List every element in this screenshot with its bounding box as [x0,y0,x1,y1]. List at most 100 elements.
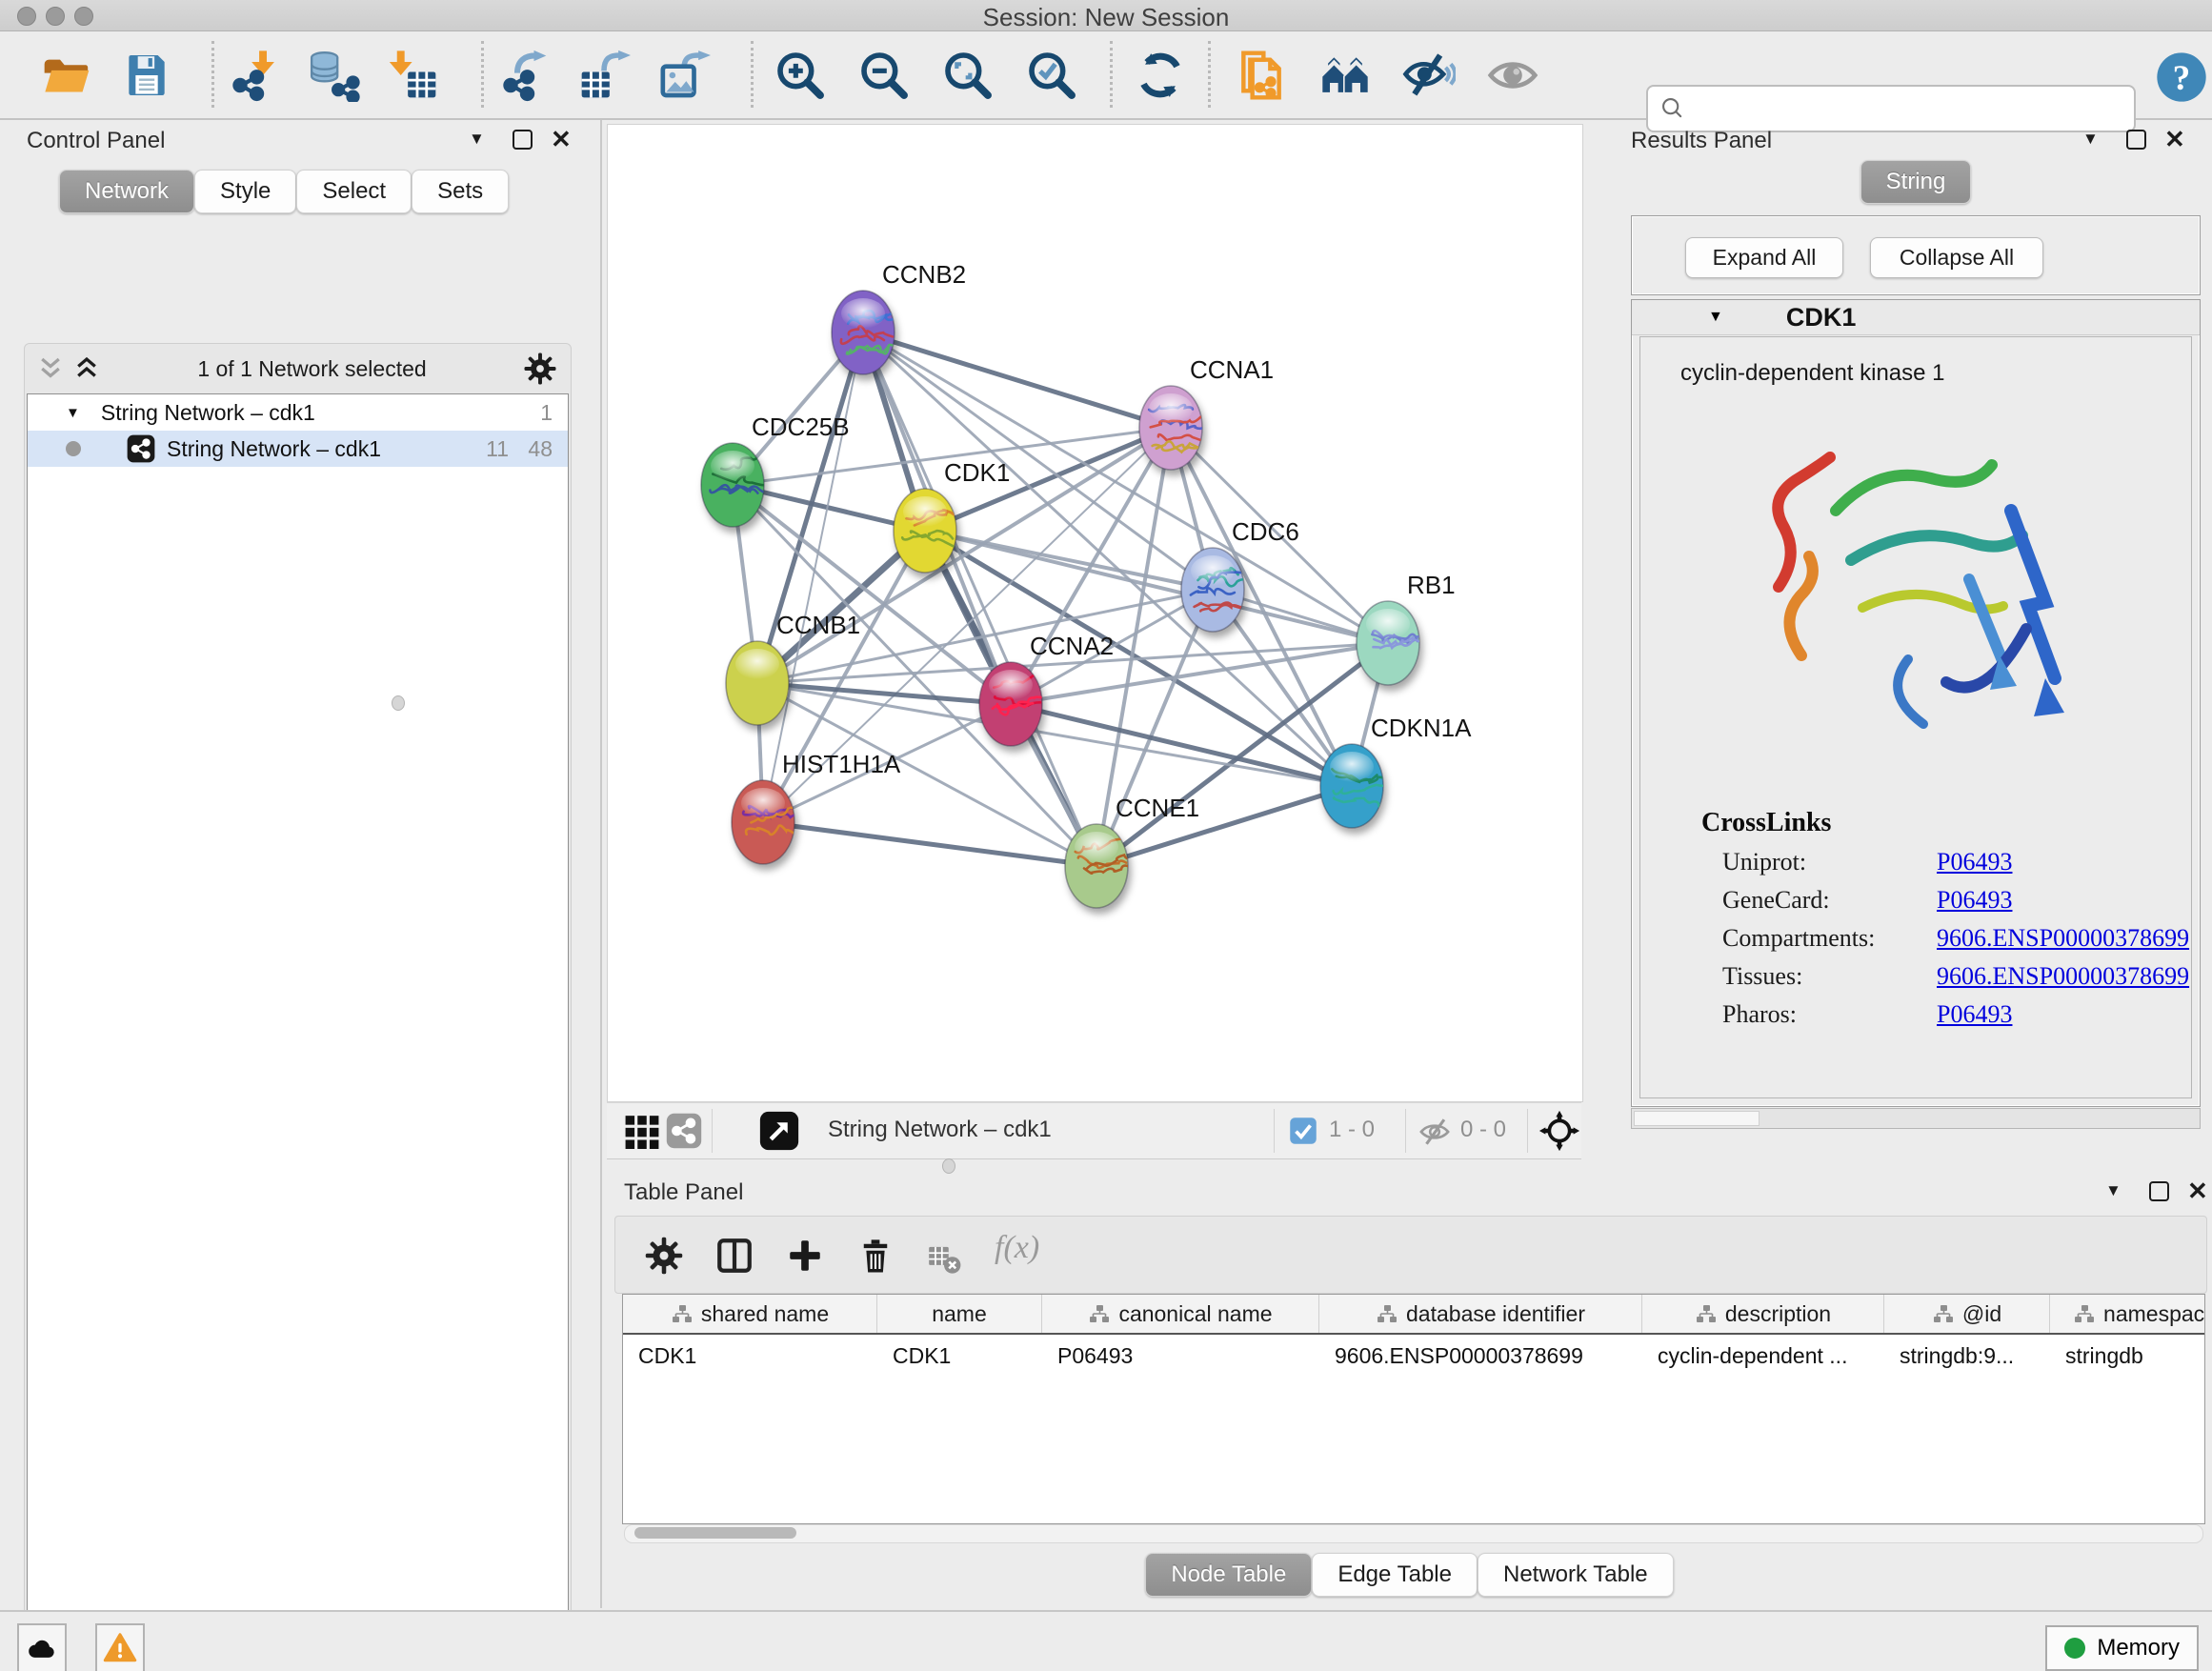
crosslink-link[interactable]: P06493 [1937,886,2012,915]
zoom-in-icon[interactable] [774,49,827,102]
table-panel-float-icon[interactable] [2149,1181,2169,1201]
export-table-icon[interactable] [577,49,631,102]
open-session-icon[interactable] [40,49,93,102]
tab-edge-table[interactable]: Edge Table [1312,1553,1478,1597]
column-label: canonical name [1118,1301,1272,1327]
network-graph: CCNB2CCNA1CDC25BCDK1CDC6RB1CCNB1CCNA2CDK… [608,125,1582,1101]
table-hscrollbar[interactable] [624,1524,2203,1543]
network-collection-row[interactable]: ▼ String Network – cdk1 1 [28,394,568,431]
crosslink-link[interactable]: 9606.ENSP00000378699 [1937,924,2189,953]
column-label: database identifier [1406,1301,1585,1327]
network-node-hist1h1a[interactable] [732,780,802,864]
detach-view-icon[interactable] [759,1111,799,1151]
results-scrollbar-thumb[interactable] [1634,1111,1760,1126]
control-panel-close-icon[interactable]: ✕ [551,131,572,148]
column-header-database-identifier[interactable]: database identifier [1319,1295,1642,1333]
expand-all-button[interactable]: Expand All [1685,237,1843,278]
crosslink-link[interactable]: P06493 [1937,1000,2012,1029]
import-network-icon[interactable] [227,49,280,102]
tab-network[interactable]: Network [59,170,194,213]
column-label: name [932,1301,987,1327]
tab-node-table[interactable]: Node Table [1145,1553,1312,1597]
network-node-rb1[interactable] [1357,601,1426,685]
show-columns-icon[interactable] [714,1236,754,1276]
clone-network-icon[interactable] [1235,49,1288,102]
help-icon[interactable]: ? [2155,50,2208,104]
delete-column-trash-icon[interactable] [855,1236,895,1276]
birds-eye-view-icon[interactable] [624,1113,660,1149]
panel-splitter[interactable] [600,120,602,1608]
results-panel-close-icon[interactable]: ✕ [2164,131,2185,148]
network-selection-status: 1 of 1 Network selected [101,356,523,382]
crosslink-link[interactable]: 9606.ENSP00000378699 [1937,962,2189,991]
table-row[interactable]: CDK1CDK1P064939606.ENSP00000378699cyclin… [623,1335,2204,1377]
control-panel-menu-icon[interactable]: ▼ [469,130,485,149]
zoom-selected-icon[interactable] [1025,49,1078,102]
zoom-out-icon[interactable] [857,49,911,102]
table-panel-close-icon[interactable]: ✕ [2187,1183,2208,1199]
crosslink-link[interactable]: P06493 [1937,848,2012,876]
cytoscape-window: Session: New Session [0,0,2212,1671]
tab-string[interactable]: String [1860,160,1972,204]
table-panel-menu-icon[interactable]: ▼ [2105,1181,2122,1200]
network-edge-ccnb2-ccne1 [863,332,1096,866]
tab-sets[interactable]: Sets [412,170,509,213]
results-panel-float-icon[interactable] [2126,130,2146,150]
selected-checkbox-icon[interactable] [1289,1117,1317,1145]
warnings-button[interactable] [95,1623,145,1671]
network-tree: ▼ String Network – cdk1 1 String Network… [27,393,569,1671]
results-panel-menu-icon[interactable]: ▼ [2082,130,2099,149]
column-header-shared-name[interactable]: shared name [623,1295,877,1333]
cloud-icon [26,1632,58,1664]
tree-collapse-icon[interactable]: ▼ [66,405,80,421]
tab-network-table[interactable]: Network Table [1478,1553,1674,1597]
network-canvas[interactable]: CCNB2CCNA1CDC25BCDK1CDC6RB1CCNB1CCNA2CDK… [607,124,1583,1102]
network-share-badge-icon[interactable] [666,1113,702,1149]
section-collapse-icon[interactable]: ▼ [1708,309,1723,326]
node-label-ccnb1: CCNB1 [776,611,860,639]
import-table-icon[interactable] [387,49,440,102]
table-hscrollbar-thumb[interactable] [634,1527,796,1539]
create-column-plus-icon[interactable] [785,1236,825,1276]
column-header-canonical-name[interactable]: canonical name [1042,1295,1319,1333]
table-cell: 9606.ENSP00000378699 [1319,1335,1642,1377]
column-header-namespace[interactable]: namespace [2050,1295,2205,1333]
tab-style[interactable]: Style [194,170,296,213]
network-node-ccna2[interactable] [979,662,1046,746]
search-input[interactable] [1692,94,2134,123]
crosshair-icon[interactable] [1538,1110,1580,1152]
export-image-icon[interactable] [657,49,711,102]
network-node-ccna1[interactable] [1139,386,1207,470]
table-cell: CDK1 [877,1335,1042,1377]
splitter-handle[interactable] [942,1158,955,1174]
column-header-name[interactable]: name [877,1295,1042,1333]
import-network-from-database-icon[interactable] [307,49,360,102]
network-options-gear-icon[interactable] [523,352,557,386]
collapse-all-chevrons-icon[interactable] [36,354,65,383]
expand-all-chevrons-icon[interactable] [72,354,101,383]
first-neighbors-icon[interactable] [1318,49,1372,102]
table-panel-title: Table Panel [624,1179,743,1205]
hierarchy-icon [1932,1302,1955,1325]
show-all-eye-icon[interactable] [1486,49,1539,102]
control-panel-float-icon[interactable] [513,130,533,150]
tab-select[interactable]: Select [296,170,412,213]
network-node-ccnb2[interactable] [832,291,899,374]
results-scrollbar[interactable] [1631,1108,2201,1129]
memory-button[interactable]: Memory [2045,1625,2199,1671]
network-node-ccnb1[interactable] [726,641,789,725]
zoom-fit-icon[interactable] [941,49,995,102]
cloud-button[interactable] [17,1623,67,1671]
collapse-all-button[interactable]: Collapse All [1870,237,2043,278]
network-row[interactable]: String Network – cdk1 11 48 [28,431,568,467]
hide-selected-eye-icon[interactable] [1402,49,1456,102]
table-options-gear-icon[interactable] [644,1236,684,1276]
column-header--id[interactable]: @id [1884,1295,2050,1333]
refresh-icon[interactable] [1134,49,1187,102]
network-node-cdkn1a[interactable] [1320,744,1388,828]
export-network-icon[interactable] [497,49,551,102]
network-node-ccne1[interactable] [1065,824,1133,908]
save-session-icon[interactable] [120,49,173,102]
splitter-handle[interactable] [392,695,405,711]
column-header-description[interactable]: description [1642,1295,1884,1333]
